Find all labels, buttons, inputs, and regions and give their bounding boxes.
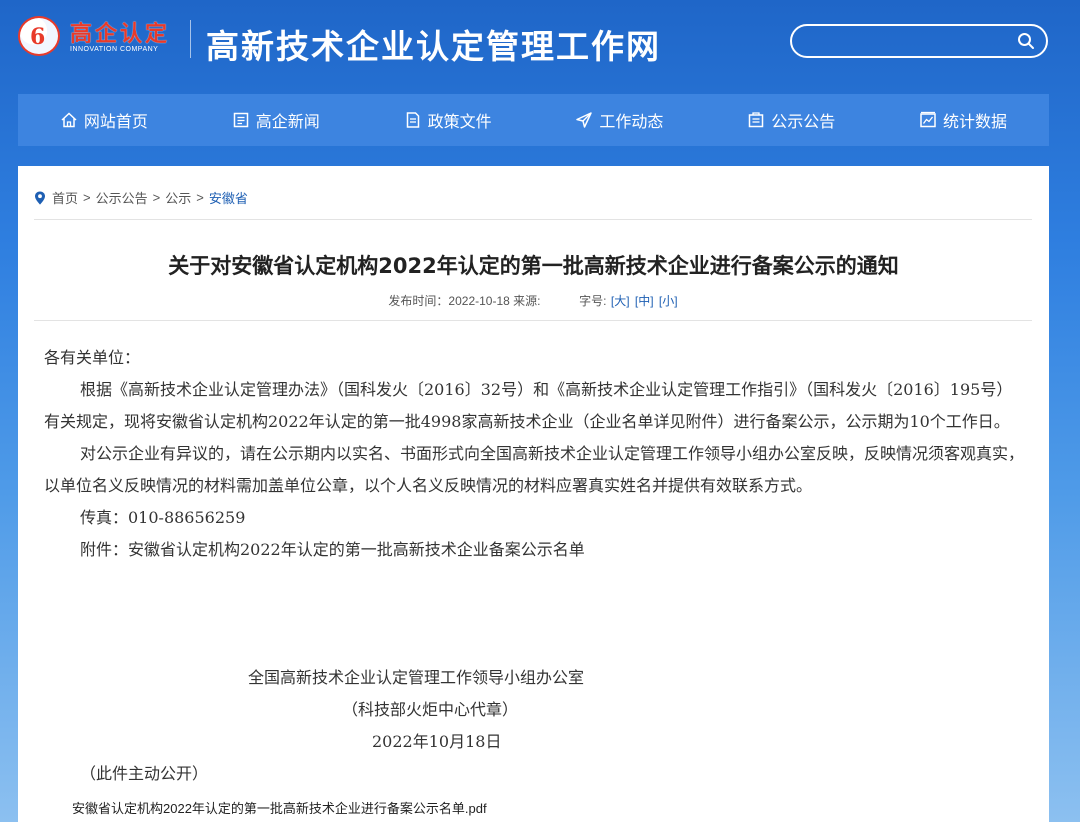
signature-date: 2022年10月18日 (372, 732, 502, 751)
nav-item-home[interactable]: 网站首页 (18, 94, 190, 146)
logo-text: 高企认定 (70, 22, 171, 47)
search-box[interactable] (790, 24, 1048, 58)
signature-block: 全国高新技术企业认定管理工作领导小组办公室 （科技部火炬中心代章） 2022年1… (44, 662, 1024, 790)
document-icon (406, 112, 419, 128)
site-title: 高新技术企业认定管理工作网 (206, 27, 661, 66)
breadcrumb-separator: > (83, 190, 91, 205)
nav-item-policy[interactable]: 政策文件 (362, 94, 534, 146)
send-icon (576, 112, 593, 128)
article-card: 首页 > 公示公告 > 公示 > 安徽省 关于对安徽省认定机构2022年认定的第… (18, 166, 1049, 822)
publish-info: 发布时间：2022-10-18 来源: (388, 294, 541, 308)
header-divider (190, 20, 191, 58)
site-logo[interactable]: 6 高企认定 INNOVATION COMPANY (18, 14, 178, 60)
article-title: 关于对安徽省认定机构2022年认定的第一批高新技术企业进行备案公示的通知 (168, 254, 899, 278)
nav-item-news[interactable]: 高企新闻 (190, 94, 362, 146)
nav-item-stats[interactable]: 统计数据 (877, 94, 1049, 146)
fax-line: 传真：010-88656259 (80, 508, 246, 527)
divider (34, 219, 1032, 220)
nav-item-label: 网站首页 (83, 114, 148, 131)
site-header: 6 高企认定 INNOVATION COMPANY 高新技术企业认定管理工作网 (0, 0, 1080, 90)
breadcrumb-current[interactable]: 安徽省 (209, 188, 248, 207)
logo-subtext: INNOVATION COMPANY (70, 46, 159, 53)
font-size-medium-button[interactable]: [中] (635, 294, 654, 308)
location-pin-icon (35, 191, 45, 204)
nav-item-work[interactable]: 工作动态 (533, 94, 705, 146)
body-paragraph: 对公示企业有异议的，请在公示期内以实名、书面形式向全国高新技术企业认定管理工作领… (44, 444, 1025, 495)
nav-item-label: 高企新闻 (255, 114, 320, 131)
disclosure-note: （此件主动公开） (80, 764, 209, 783)
attachment-pdf-link[interactable]: 安徽省认定机构2022年认定的第一批高新技术企业进行备案公示名单.pdf (72, 798, 487, 817)
logo-emblem-icon: 6 (18, 16, 60, 56)
article-meta: 发布时间：2022-10-18 来源: 字号: [大] [中] [小] (18, 292, 1049, 309)
salutation: 各有关单位： (44, 348, 141, 367)
nav-item-label: 统计数据 (943, 114, 1008, 131)
breadcrumb-separator: > (196, 190, 204, 205)
divider (34, 320, 1032, 321)
font-size-label: 字号: (579, 294, 607, 308)
signature-org: 全国高新技术企业认定管理工作领导小组办公室 (248, 668, 585, 687)
nav-item-notice[interactable]: 公示公告 (705, 94, 877, 146)
home-icon (61, 112, 77, 128)
body-paragraph: 根据《高新技术企业认定管理办法》（国科发火〔2016〕32号）和《高新技术企业认… (44, 380, 1013, 431)
breadcrumb-publicity[interactable]: 公示 (165, 188, 191, 207)
signature-seal: （科技部火炬中心代章） (342, 700, 519, 719)
nav-item-label: 政策文件 (427, 114, 492, 131)
chart-icon (920, 111, 936, 128)
main-nav: 网站首页 高企新闻 政策文件 工作动态 公示公告 统计数据 (18, 94, 1049, 146)
breadcrumb-home[interactable]: 首页 (52, 188, 78, 207)
nav-item-label: 公示公告 (771, 114, 836, 131)
attachment-note: 附件：安徽省认定机构2022年认定的第一批高新技术企业备案公示名单 (80, 540, 585, 559)
breadcrumb-notices[interactable]: 公示公告 (96, 188, 148, 207)
breadcrumb: 首页 > 公示公告 > 公示 > 安徽省 (34, 188, 248, 207)
news-icon (233, 112, 248, 128)
article-body: 各有关单位： 根据《高新技术企业认定管理办法》（国科发火〔2016〕32号）和《… (44, 342, 1024, 566)
font-size-small-button[interactable]: [小] (659, 294, 678, 308)
search-input[interactable] (806, 31, 1010, 53)
notice-icon (748, 112, 764, 128)
font-size-large-button[interactable]: [大] (611, 294, 630, 308)
breadcrumb-separator: > (152, 190, 161, 205)
search-icon[interactable] (1016, 31, 1036, 51)
nav-item-label: 工作动态 (599, 114, 664, 131)
